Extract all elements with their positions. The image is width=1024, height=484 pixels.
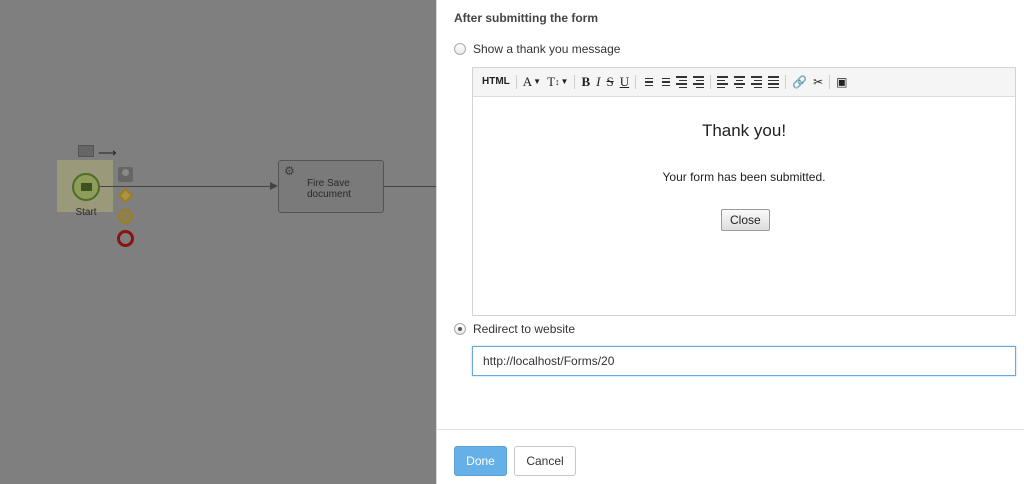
chevron-down-icon: ▼ [560,77,569,86]
toolbar-divider [829,75,831,89]
rich-text-editor: HTML A ▼ T ↕ ▼ B I S U 🔗 ✂ ▣ Thank you! … [472,67,1016,316]
toolbar-divider [574,75,576,89]
html-source-button[interactable]: HTML [479,72,513,92]
form-submission-panel: After submitting the form Show a thank y… [436,0,1024,484]
unordered-list-icon[interactable] [639,72,656,92]
font-size-label: T [547,74,556,89]
service-task[interactable]: ⚙ Fire Save document [278,160,384,213]
service-task-label: Fire Save document [307,178,351,200]
close-button[interactable]: Close [721,209,770,231]
thank-you-option[interactable]: Show a thank you message [454,42,620,56]
bold-button[interactable]: B [578,72,593,92]
align-right-icon[interactable] [748,72,765,92]
gear-icon: ⚙ [284,164,295,178]
process-canvas[interactable]: ⟶ Start ⚙ Fire Save document [0,0,436,484]
outdent-icon[interactable] [673,72,690,92]
intermediate-event-icon[interactable] [118,209,133,224]
font-family-button[interactable]: A ▼ [520,72,544,92]
redirect-label: Redirect to website [473,322,576,336]
footer-divider [437,429,1024,430]
toolbar-divider [710,75,712,89]
ordered-list-icon[interactable] [656,72,673,92]
envelope-icon [81,183,92,191]
justify-icon[interactable] [765,72,782,92]
section-title: After submitting the form [454,11,598,25]
gateway-icon[interactable] [117,187,134,204]
font-size-button[interactable]: T ↕ ▼ [544,72,571,92]
font-family-label: A [522,74,533,89]
done-button[interactable]: Done [454,446,507,476]
redirect-radio[interactable] [454,323,466,335]
italic-button[interactable]: I [593,72,603,92]
thank-you-message: Your form has been submitted. [662,170,826,184]
toolbar-divider [785,75,787,89]
start-event-label: Start [75,207,97,218]
toolbar-divider [635,75,637,89]
start-event-message-icon[interactable] [72,173,100,201]
align-left-icon[interactable] [714,72,731,92]
unlink-icon[interactable]: ✂ [810,72,826,92]
chevron-down-icon: ▼ [533,77,542,86]
toolbar-divider [515,75,517,89]
cancel-button[interactable]: Cancel [514,446,576,476]
data-object-icon[interactable] [78,145,94,157]
thank-you-heading: Thank you! [701,121,787,140]
indent-icon[interactable] [690,72,707,92]
image-icon[interactable]: ▣ [833,72,850,92]
strikethrough-button[interactable]: S [603,72,616,92]
redirect-url-input[interactable] [472,346,1016,376]
connector-arrow-icon[interactable]: ⟶ [98,145,117,161]
underline-button[interactable]: U [617,72,632,92]
align-center-icon[interactable] [731,72,748,92]
thank-you-label: Show a thank you message [473,42,621,56]
end-event-icon[interactable] [117,230,134,247]
editor-content[interactable]: Thank you! Your form has been submitted.… [473,97,1015,316]
text-height-icon: ↕ [555,77,560,87]
sequence-flow-out[interactable] [384,186,436,187]
sequence-flow-arrowhead [270,182,278,190]
redirect-option[interactable]: Redirect to website [454,322,575,336]
thank-you-radio[interactable] [454,43,466,55]
editor-toolbar: HTML A ▼ T ↕ ▼ B I S U 🔗 ✂ ▣ [473,68,1015,97]
sequence-flow[interactable] [100,186,272,187]
link-icon[interactable]: 🔗 [789,72,810,92]
user-task-icon[interactable] [118,167,133,182]
